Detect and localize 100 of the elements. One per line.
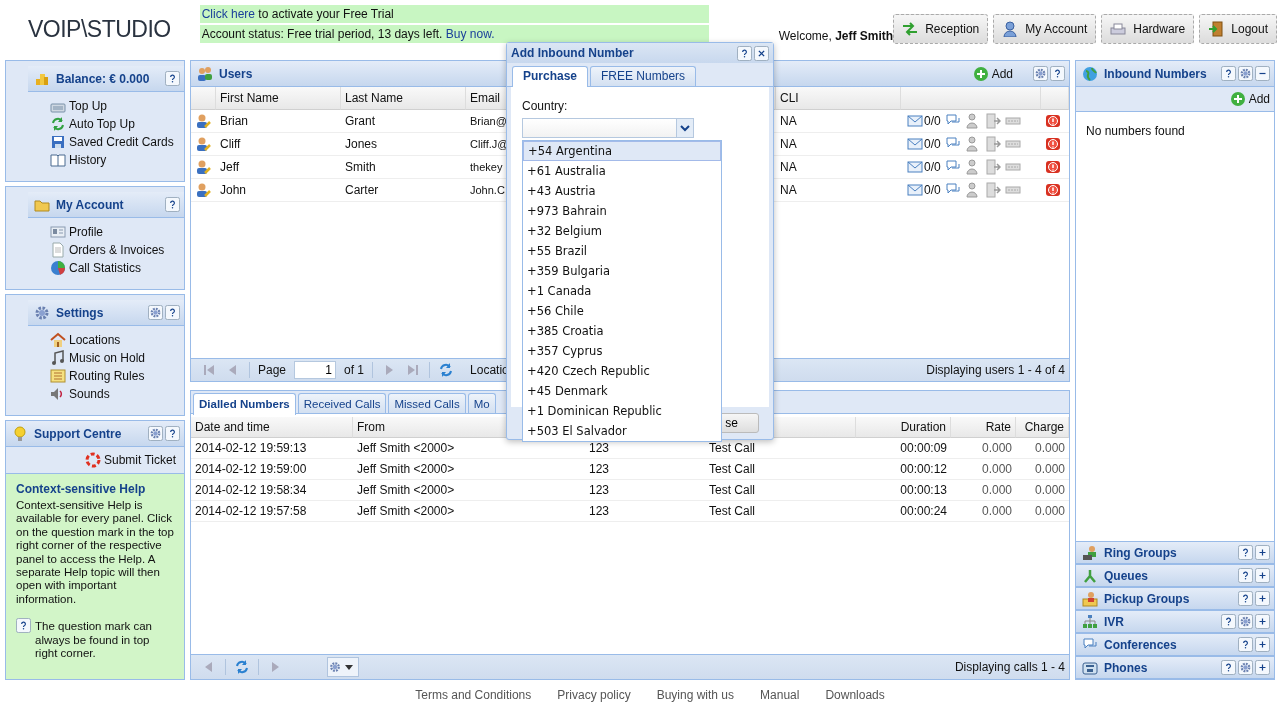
nav-button[interactable]: Logout xyxy=(1199,14,1277,44)
close-icon[interactable] xyxy=(754,45,769,61)
table-cell: 0.000 xyxy=(951,501,1016,522)
tab[interactable]: FREE Numbers xyxy=(590,66,697,86)
menu-item[interactable]: Routing Rules xyxy=(50,367,184,385)
dropdown-option[interactable]: +55 Brazil xyxy=(523,241,721,261)
person-icon[interactable] xyxy=(964,113,981,129)
settings-icon[interactable] xyxy=(1033,66,1048,81)
settings-icon[interactable] xyxy=(1238,660,1253,675)
plus-icon[interactable] xyxy=(1255,637,1270,652)
settings-icon[interactable] xyxy=(148,305,163,320)
table-cell: 123 xyxy=(521,480,641,501)
envelope-icon[interactable] xyxy=(907,159,923,175)
help-icon[interactable] xyxy=(165,426,180,441)
table-cell: Jeff Smith <2000> xyxy=(353,501,521,522)
tab[interactable]: Dialled Numbers xyxy=(193,393,296,415)
delete-icon[interactable] xyxy=(1045,136,1061,152)
dropdown-option[interactable]: +359 Bulgaria xyxy=(523,261,721,281)
forward-icon[interactable] xyxy=(984,159,1001,175)
help-icon[interactable] xyxy=(737,45,752,61)
help-icon[interactable] xyxy=(1238,637,1253,652)
delete-icon[interactable] xyxy=(1045,159,1061,175)
plus-icon[interactable] xyxy=(1255,614,1270,629)
menu-item[interactable]: Locations xyxy=(50,331,184,349)
nav-button[interactable]: My Account xyxy=(993,14,1097,44)
submit-ticket-link[interactable]: Submit Ticket xyxy=(84,451,176,469)
refresh-icon[interactable] xyxy=(234,659,250,675)
footer-link[interactable]: Downloads xyxy=(825,688,885,702)
minus-icon[interactable] xyxy=(1255,66,1270,81)
dropdown-option[interactable]: +45 Denmark xyxy=(523,381,721,401)
envelope-icon[interactable] xyxy=(907,182,923,198)
footer-link[interactable]: Privacy policy xyxy=(557,688,631,702)
forward-icon[interactable] xyxy=(984,136,1001,152)
help-icon[interactable] xyxy=(165,305,180,320)
printer-icon xyxy=(1110,21,1127,37)
plus-icon[interactable] xyxy=(1255,660,1270,675)
tab[interactable]: Purchase xyxy=(512,66,589,87)
dropdown-option[interactable]: +357 Cyprus xyxy=(523,341,721,361)
nav-button[interactable]: Reception xyxy=(893,14,989,44)
settings-icon[interactable] xyxy=(1238,614,1253,629)
refresh-icon[interactable] xyxy=(438,362,455,378)
footer-link[interactable]: Terms and Conditions xyxy=(415,688,532,702)
help-icon[interactable] xyxy=(1221,614,1236,629)
menu-item[interactable]: Music on Hold xyxy=(50,349,184,367)
help-icon[interactable] xyxy=(165,197,180,212)
dropdown-option[interactable]: +420 Czech Republic xyxy=(523,361,721,381)
tab[interactable]: Missed Calls xyxy=(388,393,466,413)
dropdown-option[interactable]: +61 Australia xyxy=(523,161,721,181)
plus-icon[interactable] xyxy=(1255,568,1270,583)
dropdown-option[interactable]: +1 Canada xyxy=(523,281,721,301)
nav-button[interactable]: Hardware xyxy=(1101,14,1195,44)
envelope-icon[interactable] xyxy=(907,136,923,152)
table-cell: 0.000 xyxy=(1016,480,1069,501)
forward-icon[interactable] xyxy=(984,113,1001,129)
person-icon[interactable] xyxy=(964,159,981,175)
help-icon[interactable] xyxy=(1238,545,1253,560)
menu-item[interactable]: Auto Top Up xyxy=(50,115,184,133)
help-icon[interactable] xyxy=(1221,66,1236,81)
plus-icon[interactable] xyxy=(1255,545,1270,560)
menu-item[interactable]: Orders & Invoices xyxy=(50,241,184,259)
footer-link[interactable]: Manual xyxy=(760,688,800,702)
settings-menu-button[interactable] xyxy=(327,657,359,677)
menu-item[interactable]: History xyxy=(50,151,184,169)
settings-icon[interactable] xyxy=(148,426,163,441)
tab[interactable]: Received Calls xyxy=(297,393,387,413)
dropdown-option[interactable]: +32 Belgium xyxy=(523,221,721,241)
help-icon[interactable] xyxy=(165,71,180,86)
user-icon xyxy=(1002,21,1019,37)
add-button[interactable]: Add xyxy=(972,65,1013,82)
settings-icon[interactable] xyxy=(1238,66,1253,81)
tab[interactable]: Mo xyxy=(467,393,496,413)
dropdown-option[interactable]: +973 Bahrain xyxy=(523,201,721,221)
help-icon[interactable] xyxy=(1238,568,1253,583)
link[interactable]: Click here xyxy=(201,7,256,21)
help-icon[interactable] xyxy=(1238,591,1253,606)
dropdown-option[interactable]: +54 Argentina xyxy=(523,141,721,161)
panel-title: Phones xyxy=(1104,660,1148,675)
delete-icon[interactable] xyxy=(1045,113,1061,129)
add-button[interactable]: Add xyxy=(1229,91,1270,107)
help-icon[interactable] xyxy=(1050,66,1065,81)
envelope-icon[interactable] xyxy=(907,113,923,129)
delete-icon[interactable] xyxy=(1045,182,1061,198)
person-icon[interactable] xyxy=(964,182,981,198)
dropdown-option[interactable]: +43 Austria xyxy=(523,181,721,201)
dropdown-option[interactable]: +56 Chile xyxy=(523,301,721,321)
person-icon[interactable] xyxy=(964,136,981,152)
footer-link[interactable]: Buying with us xyxy=(656,688,735,702)
dropdown-option[interactable]: +385 Croatia xyxy=(523,321,721,341)
menu-item[interactable]: Saved Credit Cards xyxy=(50,133,184,151)
menu-item[interactable]: Call Statistics xyxy=(50,259,184,277)
table-cell: 123 xyxy=(521,459,641,480)
forward-icon[interactable] xyxy=(984,182,1001,198)
menu-item[interactable]: Sounds xyxy=(50,385,184,403)
menu-item[interactable]: Profile xyxy=(50,223,184,241)
column-header xyxy=(191,87,216,110)
menu-item[interactable]: Top Up xyxy=(50,97,184,115)
link[interactable]: Buy now. xyxy=(445,27,495,41)
help-icon[interactable] xyxy=(1221,660,1236,675)
plus-icon[interactable] xyxy=(1255,591,1270,606)
page-field[interactable]: 1 xyxy=(294,361,337,379)
